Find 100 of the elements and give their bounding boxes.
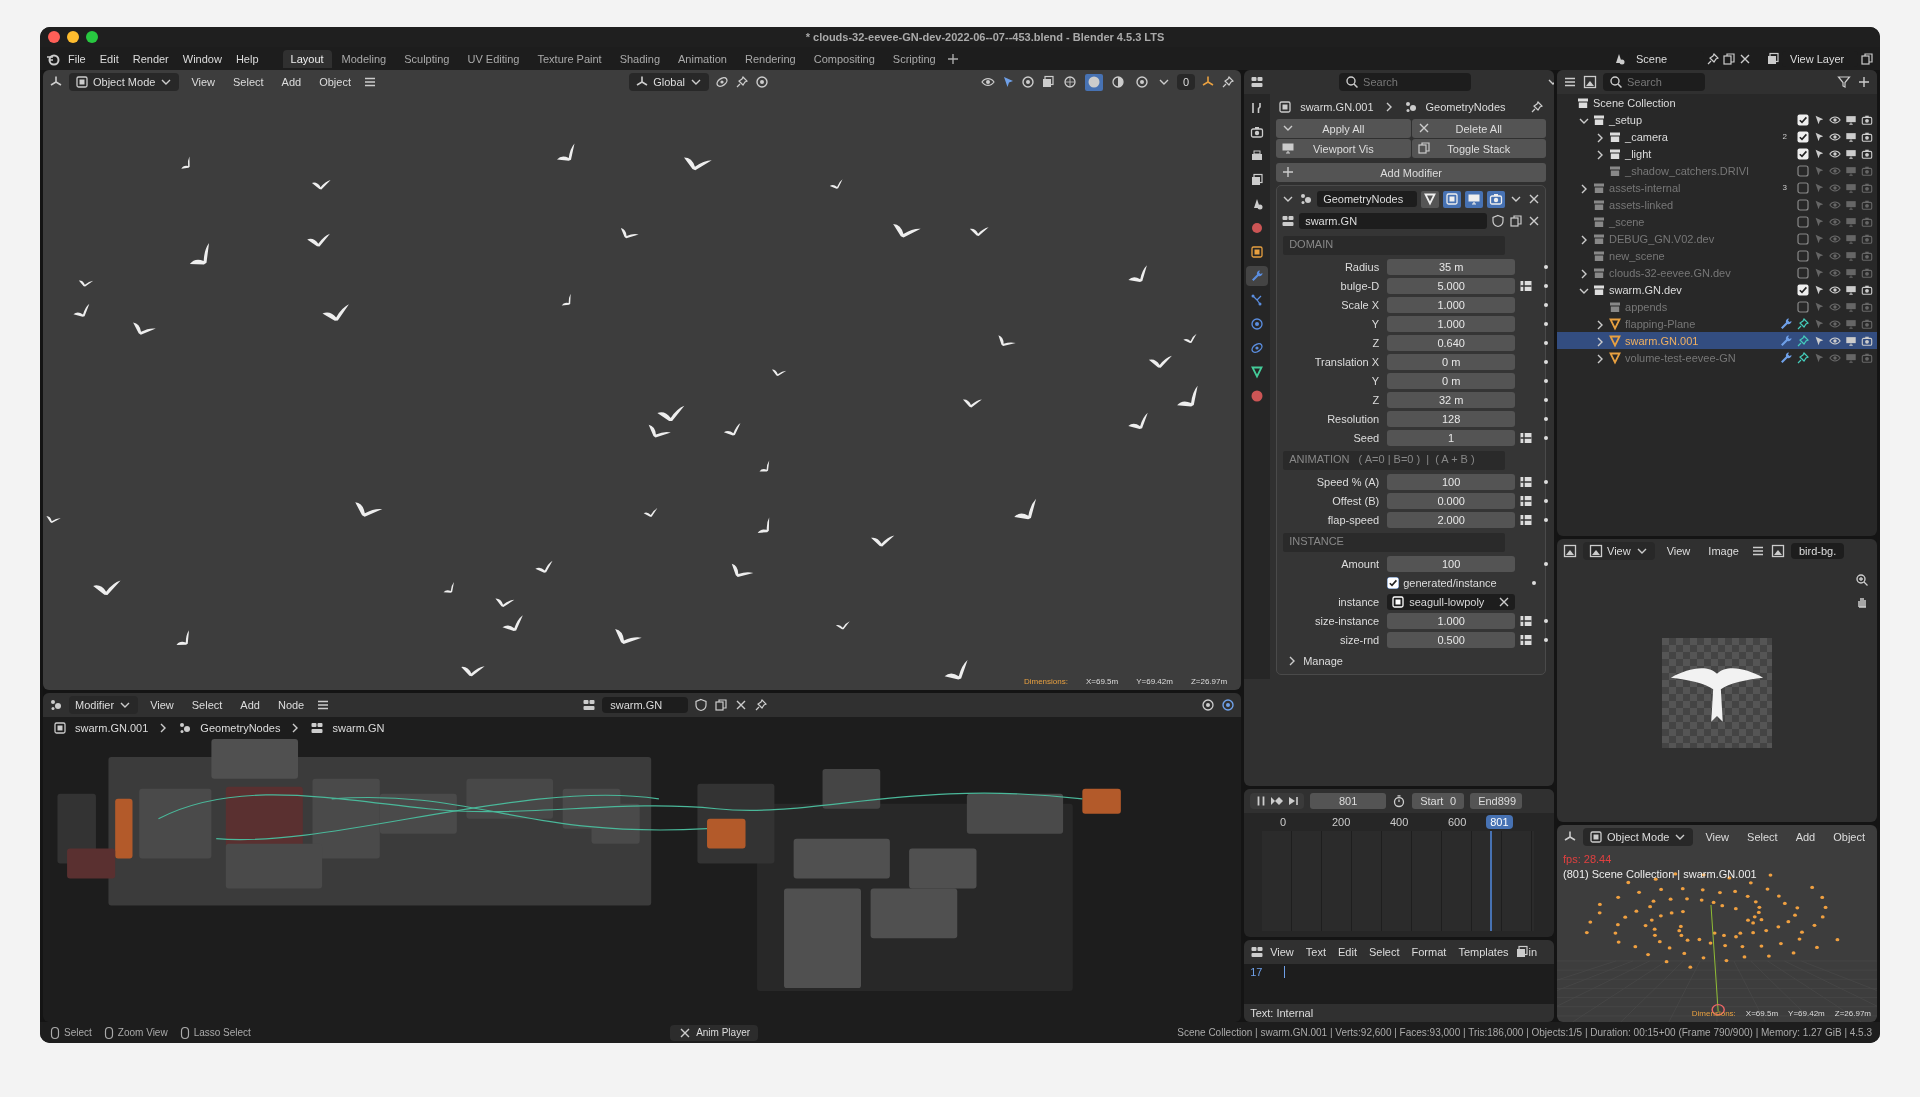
mode-dropdown[interactable]: Object Mode	[1583, 828, 1694, 846]
menu-item[interactable]: Text	[1299, 944, 1332, 960]
search-field[interactable]: Search	[1339, 73, 1472, 91]
outliner-label: appends	[1625, 300, 1669, 313]
menu-item[interactable]: Window	[176, 50, 228, 67]
add-modifier-button[interactable]: Add Modifier	[1276, 163, 1546, 182]
number-field[interactable]: 0.500	[1387, 631, 1516, 648]
menu-item[interactable]: View	[1699, 829, 1736, 845]
node-group-field[interactable]: swarm.GN	[1299, 213, 1487, 229]
field-label: Offest (B)	[1331, 494, 1380, 507]
checkbox[interactable]: generated/instance	[1387, 576, 1503, 589]
field-label: bulge-D	[1339, 279, 1380, 292]
number-field[interactable]: 128	[1387, 410, 1516, 427]
modifier-action-button[interactable]: Toggle Stack	[1411, 139, 1546, 158]
outliner-row[interactable]: _camera 2	[1557, 128, 1877, 145]
current-frame-marker[interactable]: 801	[1486, 815, 1513, 829]
anim-player-button[interactable]: Anim Player	[670, 1024, 759, 1041]
menu-item[interactable]: View	[144, 697, 180, 713]
modifier-action-button[interactable]: Apply All	[1276, 119, 1411, 138]
number-field[interactable]: 100	[1387, 473, 1516, 490]
image-name-field[interactable]: bird-bg.	[1790, 543, 1845, 559]
menu-item[interactable]: Render	[126, 50, 175, 67]
start-frame-field[interactable]: Start 0	[1412, 793, 1465, 809]
number-field[interactable]: 1.000	[1387, 612, 1516, 629]
breadcrumb-item[interactable]: swarm.GN	[332, 722, 385, 734]
modifier-action-button[interactable]: Viewport Vis	[1276, 139, 1411, 158]
number-field[interactable]: 1.000	[1387, 315, 1516, 332]
outliner-row[interactable]: _setup	[1557, 111, 1877, 128]
menu-item[interactable]: Edit	[93, 50, 125, 67]
outliner-row[interactable]: swarm.GN.dev	[1557, 281, 1877, 298]
number-field[interactable]: 5.000	[1387, 277, 1516, 294]
menu-item[interactable]: Help	[229, 50, 265, 67]
end-frame-field[interactable]: End899	[1470, 793, 1523, 809]
menu-item[interactable]: View	[1660, 543, 1697, 559]
menu-item[interactable]: View	[1264, 944, 1300, 960]
manage-subpanel[interactable]: Manage	[1281, 650, 1541, 668]
outliner-row[interactable]: Scene Collection	[1557, 94, 1877, 111]
workspace-tab[interactable]: Layout	[282, 49, 332, 68]
number-field[interactable]: 2.000	[1387, 511, 1516, 528]
modifier-name-field[interactable]: GeometryNodes	[1317, 191, 1417, 207]
node-group-field[interactable]: swarm.GN	[602, 697, 689, 713]
field-label: flap-speed	[1326, 513, 1380, 526]
section-header[interactable]: ANIMATION ( A=0 | B=0 ) | ( A + B )	[1283, 451, 1505, 470]
orientation-dropdown[interactable]: Global	[629, 73, 709, 91]
breadcrumb-item[interactable]: swarm.GN.001	[75, 722, 149, 734]
number-field[interactable]: 1	[1387, 429, 1516, 446]
menu-item[interactable]: Image	[1702, 543, 1745, 559]
breadcrumb-item[interactable]: GeometryNodes	[200, 722, 281, 734]
workspace-tab[interactable]: Modeling	[333, 49, 395, 68]
breadcrumb-item[interactable]: GeometryNodes	[1425, 101, 1506, 113]
breadcrumb-item[interactable]: swarm.GN.001	[1300, 101, 1374, 113]
menu-item[interactable]: Select	[1362, 944, 1406, 960]
mode-dropdown[interactable]: Object Mode	[69, 73, 180, 91]
number-field[interactable]: 1.000	[1387, 296, 1516, 313]
modifier-action-button[interactable]: Delete All	[1411, 119, 1546, 138]
number-field[interactable]: 100	[1387, 555, 1516, 572]
menu-item[interactable]: Select	[227, 74, 270, 90]
outliner-label: new_scene	[1609, 249, 1666, 262]
workspace-tab[interactable]: Sculpting	[396, 49, 458, 68]
menu-item[interactable]: Add	[275, 74, 308, 90]
text-block-field[interactable]: in	[1528, 946, 1538, 958]
section-header[interactable]: DOMAIN	[1283, 236, 1505, 255]
menu-item[interactable]: File	[62, 50, 92, 67]
object-field[interactable]: seagull-lowpoly	[1387, 593, 1516, 610]
menu-item[interactable]: Add	[1789, 829, 1822, 845]
menu-item[interactable]: Templates	[1452, 944, 1515, 960]
number-field[interactable]: 32 m	[1387, 391, 1516, 408]
menu-item[interactable]: Format	[1405, 944, 1453, 960]
number-field[interactable]: 0.640	[1387, 334, 1516, 351]
outliner-row[interactable]: assets-internal 3	[1557, 179, 1877, 196]
workspace-tab[interactable]: UV Editing	[459, 49, 528, 68]
number-field[interactable]: 35 m	[1387, 258, 1516, 275]
dimension-value: Y=69.42m	[1788, 1009, 1825, 1018]
view-dropdown[interactable]: View	[1583, 542, 1655, 560]
menu-item[interactable]: View	[185, 74, 222, 90]
workspace-tab[interactable]: Rendering	[736, 49, 804, 68]
number-field[interactable]: 0 m	[1387, 353, 1516, 370]
current-frame-field[interactable]: 801	[1310, 793, 1387, 809]
menu-item[interactable]: Edit	[1332, 944, 1363, 960]
workspace-tab[interactable]: Compositing	[805, 49, 883, 68]
section-header[interactable]: INSTANCE	[1283, 533, 1505, 552]
menu-item[interactable]: Add	[234, 697, 266, 713]
menu-item[interactable]: Object	[1827, 829, 1871, 845]
menu-item[interactable]: Select	[185, 697, 229, 713]
workspace-tab[interactable]: Scripting	[884, 49, 944, 68]
menu-item[interactable]: Node	[271, 697, 311, 713]
menu-item[interactable]: Select	[1741, 829, 1784, 845]
menu-item[interactable]: Object	[313, 74, 357, 90]
line-number: 17	[1250, 966, 1263, 980]
field-label: Translation X	[1313, 355, 1380, 368]
number-field[interactable]: 0 m	[1387, 372, 1516, 389]
search-field[interactable]: Search	[1603, 73, 1705, 91]
outliner-row[interactable]: swarm.GN.001	[1557, 332, 1877, 349]
workspace-tab[interactable]: Texture Paint	[529, 49, 610, 68]
outliner-row[interactable]: _light	[1557, 145, 1877, 162]
workspace-tab[interactable]: Animation	[670, 49, 735, 68]
count-label: 2	[1782, 132, 1787, 141]
editor-dropdown[interactable]: Modifier	[69, 696, 139, 714]
workspace-tab[interactable]: Shading	[611, 49, 669, 68]
number-field[interactable]: 0.000	[1387, 492, 1516, 509]
